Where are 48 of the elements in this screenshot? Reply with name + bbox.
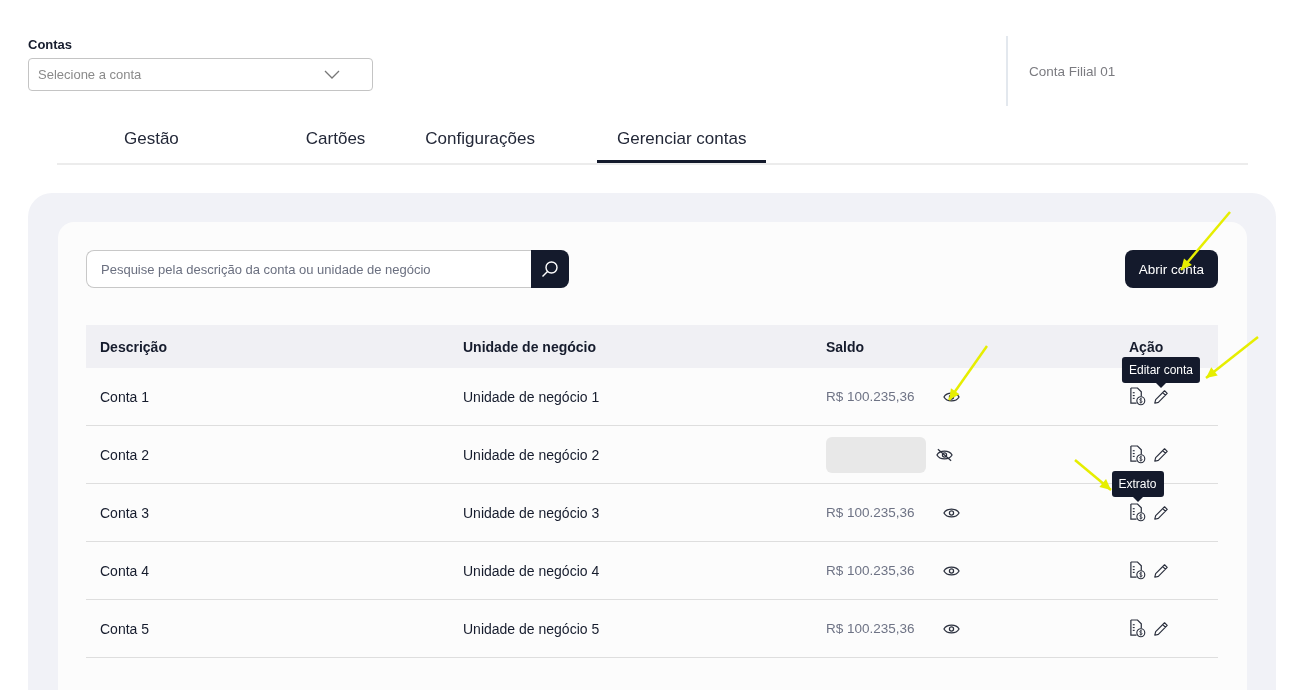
field-label: Contas — [28, 37, 74, 52]
tab[interactable]: Cartões — [285, 117, 386, 163]
current-account: Conta Filial 01 — [1006, 36, 1116, 106]
statement-icon[interactable] — [1129, 503, 1146, 522]
table-cell: Conta 3 — [100, 504, 150, 521]
balance-amount: R$ 100.235,36 — [826, 563, 915, 578]
table-cell: Unidade de negócio 2 — [463, 446, 600, 463]
tooltip: Editar conta — [1122, 356, 1200, 383]
tab[interactable]: Gerenciar contas — [596, 117, 767, 163]
statement-icon[interactable] — [1129, 619, 1146, 638]
column-header: Descrição — [86, 325, 449, 368]
search-button[interactable] — [531, 250, 569, 288]
pencil-icon[interactable] — [1153, 562, 1169, 579]
chevron-down-icon — [324, 70, 340, 79]
pencil-icon[interactable] — [1153, 446, 1169, 463]
statement-icon[interactable] — [1129, 445, 1146, 464]
column-header: Unidade de negócio — [449, 325, 812, 368]
search-field[interactable]: Pesquise pela descrição da conta ou unidade de negócio — [86, 250, 531, 288]
eye-slash-icon[interactable] — [936, 447, 953, 462]
pencil-icon[interactable] — [1153, 504, 1169, 521]
annotation-arrow — [1205, 336, 1259, 379]
tab[interactable]: Configurações — [405, 117, 555, 163]
eye-icon[interactable] — [942, 506, 960, 519]
pencil-icon[interactable] — [1153, 620, 1169, 637]
table-cell: Unidade de negócio 4 — [463, 562, 600, 579]
tooltip: Extrato — [1111, 471, 1164, 497]
table-cell: Unidade de negócio 5 — [463, 620, 600, 637]
statement-icon[interactable] — [1129, 387, 1146, 406]
annotation-arrow — [947, 345, 989, 401]
account-select[interactable]: Selecione a conta — [28, 58, 373, 91]
table-cell: Unidade de negócio 1 — [463, 388, 600, 405]
annotation-arrow — [1074, 459, 1112, 491]
table-cell: Conta 4 — [100, 562, 150, 579]
balance-amount: R$ 100.235,36 — [826, 505, 915, 520]
table-cell: Conta 1 — [100, 388, 150, 405]
table-cell: Unidade de negócio 3 — [463, 504, 600, 521]
balance-amount: R$ 100.235,36 — [826, 621, 915, 636]
open-account-button[interactable]: Abrir conta — [1124, 250, 1218, 288]
statement-icon[interactable] — [1129, 561, 1146, 580]
search-icon — [541, 260, 559, 278]
balance-amount: R$ 100.235,36 — [826, 389, 915, 404]
table-cell: Conta 5 — [100, 620, 150, 637]
tab[interactable]: Gestão — [104, 117, 199, 163]
eye-icon[interactable] — [942, 564, 960, 577]
column-header: Saldo — [812, 325, 1115, 368]
eye-icon[interactable] — [942, 622, 960, 635]
table-cell: Conta 2 — [100, 446, 150, 463]
pencil-icon[interactable] — [1153, 388, 1169, 405]
